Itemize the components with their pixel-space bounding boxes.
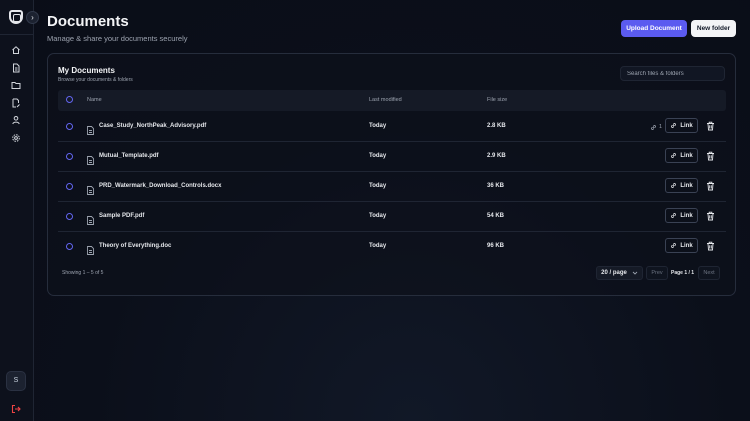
link-count: 1 (659, 124, 663, 130)
document-edit-icon[interactable] (11, 98, 21, 108)
link-icon (671, 153, 677, 158)
document-icon[interactable] (11, 63, 21, 73)
file-name[interactable]: Case_Study_NorthPeak_Advisory.pdf (99, 123, 206, 129)
link-count-badge: 1 (650, 122, 662, 132)
app-logo-icon[interactable] (9, 10, 23, 24)
trash-icon[interactable] (706, 121, 715, 131)
user-icon[interactable] (11, 115, 21, 125)
avatar[interactable]: S (6, 371, 26, 391)
sidebar: › S (0, 0, 39, 421)
link-button-label: Link (680, 152, 693, 159)
last-modified: Today (369, 213, 387, 219)
trash-icon[interactable] (706, 241, 715, 251)
link-icon (671, 213, 677, 218)
copy-link-button[interactable]: Link (665, 238, 698, 253)
table-header: Name Last modified File size (58, 90, 726, 111)
file-name[interactable]: Mutual_Template.pdf (99, 153, 159, 159)
link-button-label: Link (680, 212, 693, 219)
chevron-right-icon: › (31, 13, 34, 22)
file-size: 36 KB (487, 183, 505, 189)
table-row[interactable]: PRD_Watermark_Download_Controls.docx Tod… (58, 172, 726, 202)
copy-link-button[interactable]: Link (665, 118, 698, 133)
copy-link-button[interactable]: Link (665, 208, 698, 223)
row-checkbox[interactable] (66, 183, 73, 190)
upload-document-button[interactable]: Upload Document (621, 20, 687, 37)
link-icon (671, 243, 677, 248)
last-modified: Today (369, 243, 387, 249)
card-title: My Documents (58, 66, 115, 75)
file-icon (87, 152, 94, 165)
link-button-label: Link (680, 242, 693, 249)
table-row[interactable]: Sample PDF.pdf Today 54 KB Link (58, 202, 726, 232)
file-icon (87, 122, 94, 135)
page-subtitle: Manage & share your documents securely (47, 34, 188, 43)
column-header-name[interactable]: Name (87, 97, 102, 103)
pagination-summary: Showing 1 – 5 of 5 (62, 270, 104, 276)
file-name[interactable]: Theory of Everything.doc (99, 243, 171, 249)
file-icon (87, 212, 94, 225)
row-checkbox[interactable] (66, 213, 73, 220)
trash-icon[interactable] (706, 211, 715, 221)
file-size: 2.9 KB (487, 153, 506, 159)
page-size-value: 20 / page (601, 270, 627, 276)
link-icon (671, 183, 677, 188)
link-icon (671, 123, 677, 128)
avatar-initial: S (13, 377, 19, 384)
select-all-checkbox[interactable] (66, 96, 73, 103)
search-input[interactable] (620, 66, 725, 81)
row-checkbox[interactable] (66, 153, 73, 160)
last-modified: Today (369, 153, 387, 159)
file-icon (87, 182, 94, 195)
file-size: 54 KB (487, 213, 505, 219)
link-button-label: Link (680, 122, 693, 129)
row-checkbox[interactable] (66, 123, 73, 130)
column-header-last-modified[interactable]: Last modified (369, 97, 402, 103)
table-row[interactable]: Case_Study_NorthPeak_Advisory.pdf Today … (58, 112, 726, 142)
trash-icon[interactable] (706, 181, 715, 191)
file-icon (87, 242, 94, 255)
table-row[interactable]: Mutual_Template.pdf Today 2.9 KB Link (58, 142, 726, 172)
file-name[interactable]: PRD_Watermark_Download_Controls.docx (99, 183, 221, 189)
new-folder-button[interactable]: New folder (691, 20, 736, 37)
page-indicator: Page 1 / 1 (671, 270, 695, 276)
folder-icon[interactable] (11, 80, 21, 90)
copy-link-button[interactable]: Link (665, 178, 698, 193)
documents-card: My Documents Browse your documents & fol… (47, 53, 736, 296)
link-icon (651, 124, 656, 130)
sidebar-collapse-button[interactable]: › (26, 11, 39, 24)
prev-page-button[interactable]: Prev (646, 266, 668, 280)
card-subtitle: Browse your documents & folders (58, 77, 133, 83)
column-header-file-size[interactable]: File size (487, 97, 507, 103)
file-name[interactable]: Sample PDF.pdf (99, 213, 144, 219)
last-modified: Today (369, 123, 387, 129)
logout-icon[interactable] (11, 401, 21, 414)
copy-link-button[interactable]: Link (665, 148, 698, 163)
chevron-down-icon (632, 271, 638, 275)
settings-icon[interactable] (11, 133, 21, 143)
next-page-button[interactable]: Next (698, 266, 720, 280)
page-title: Documents (47, 13, 129, 30)
last-modified: Today (369, 183, 387, 189)
table-row[interactable]: Theory of Everything.doc Today 96 KB Lin… (58, 232, 726, 262)
link-button-label: Link (680, 182, 693, 189)
trash-icon[interactable] (706, 151, 715, 161)
home-icon[interactable] (11, 45, 21, 55)
row-checkbox[interactable] (66, 243, 73, 250)
sidebar-divider (0, 34, 34, 35)
page-size-select[interactable]: 20 / page (596, 266, 643, 280)
file-size: 2.8 KB (487, 123, 506, 129)
file-size: 96 KB (487, 243, 505, 249)
